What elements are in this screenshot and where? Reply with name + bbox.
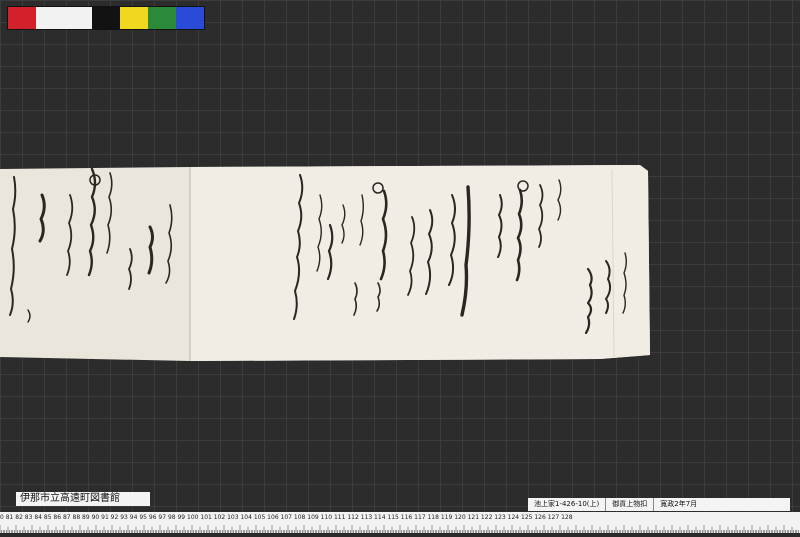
catalog-code: 池上家1-426-10(上) xyxy=(528,498,607,511)
color-calibration-strip xyxy=(7,6,205,30)
catalog-label: 池上家1-426-10(上) 御貢上物扣 寛政2年7月 xyxy=(528,498,790,511)
swatch-white xyxy=(36,7,92,29)
swatch-green xyxy=(148,7,176,29)
swatch-red xyxy=(8,7,36,29)
swatch-black xyxy=(92,7,120,29)
swatch-blue xyxy=(176,7,204,29)
handwritten-document xyxy=(0,165,650,361)
catalog-title: 御貢上物扣 xyxy=(606,498,655,511)
swatch-yellow xyxy=(120,7,148,29)
library-name-label: 伊那市立高遠町図書館 xyxy=(16,492,150,506)
catalog-date: 寛政2年7月 xyxy=(660,500,698,508)
ruler-numbers: 0 81 82 83 84 85 86 87 88 89 90 91 92 93… xyxy=(0,514,573,521)
